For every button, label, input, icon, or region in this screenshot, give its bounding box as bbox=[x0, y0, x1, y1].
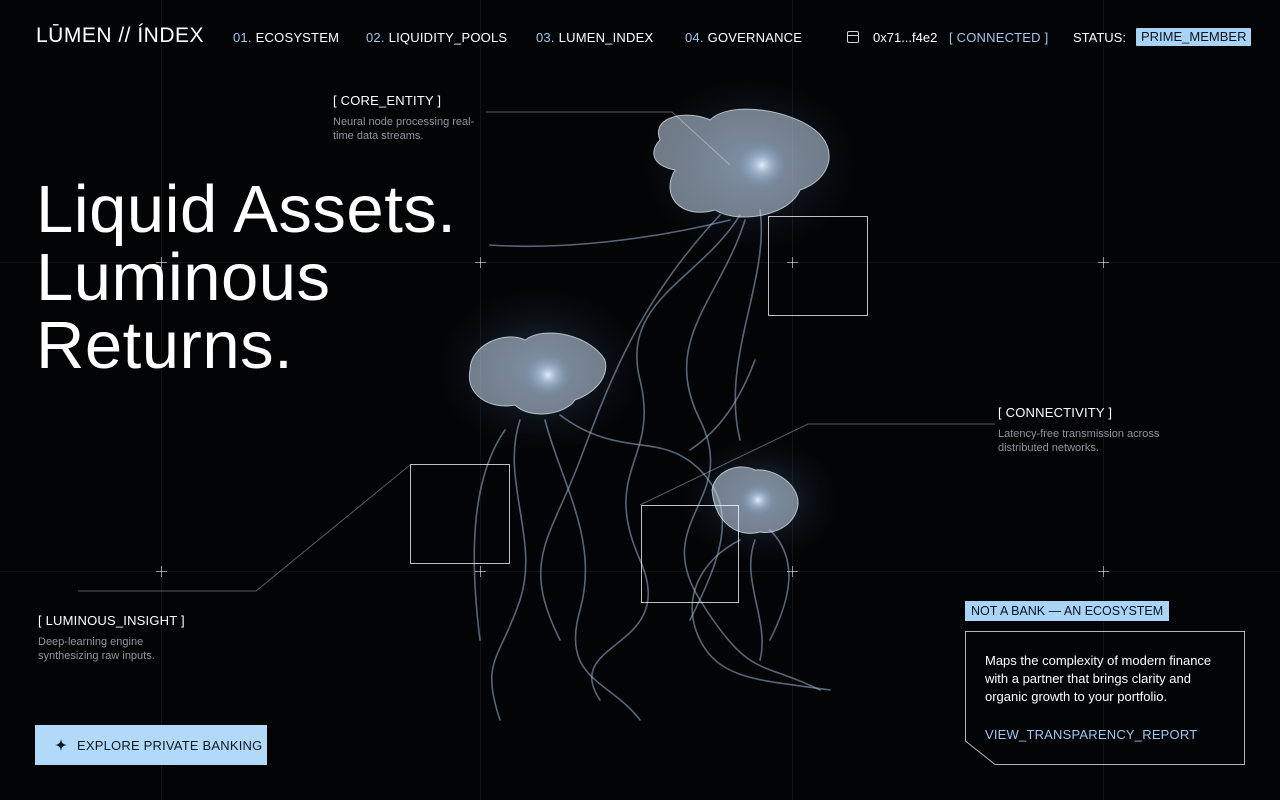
callout-core-desc: Neural node processing real- time data s… bbox=[333, 115, 474, 143]
explore-private-banking-button[interactable]: EXPLORE PRIVATE BANKING bbox=[35, 725, 267, 765]
nav-number: 03. bbox=[536, 30, 555, 45]
callout-desc-line: distributed networks. bbox=[998, 442, 1099, 454]
sparkle-icon bbox=[55, 739, 67, 751]
nav-label: LIQUIDITY_POOLS bbox=[388, 30, 508, 45]
callout-desc-line: time data streams. bbox=[333, 130, 424, 142]
focus-frame bbox=[768, 216, 868, 316]
callout-insight-title: [ LUMINOUS_INSIGHT ] bbox=[38, 613, 185, 628]
nav-item-governance[interactable]: 04. GOVERNANCE bbox=[685, 30, 802, 45]
cta-label: EXPLORE PRIVATE BANKING bbox=[77, 737, 263, 753]
nav-item-ecosystem[interactable]: 01. ECOSYSTEM bbox=[233, 30, 339, 45]
callout-desc-line: synthesizing raw inputs. bbox=[38, 650, 155, 662]
connection-status: [ CONNECTED ] bbox=[949, 30, 1049, 45]
hero-line: Returns. bbox=[36, 308, 294, 383]
hero-line: Liquid Assets. bbox=[36, 172, 457, 247]
callout-insight-desc: Deep-learning engine synthesizing raw in… bbox=[38, 635, 155, 663]
crosshair-icon bbox=[475, 257, 486, 268]
callout-desc-line: Deep-learning engine bbox=[38, 636, 144, 648]
crosshair-icon bbox=[1098, 257, 1109, 268]
hero-headline: Liquid Assets. Luminous Returns. bbox=[36, 176, 456, 380]
wallet-address[interactable]: 0x71...f4e2 bbox=[873, 30, 937, 45]
status-badge: PRIME_MEMBER bbox=[1136, 28, 1252, 46]
callout-connectivity-desc: Latency-free transmission across distrib… bbox=[998, 427, 1159, 455]
nav-label: ECOSYSTEM bbox=[255, 30, 340, 45]
nav-label: GOVERNANCE bbox=[707, 30, 803, 45]
nav-number: 01. bbox=[233, 30, 252, 45]
status-label: STATUS: bbox=[1073, 30, 1126, 45]
callout-connectivity-title: [ CONNECTIVITY ] bbox=[998, 405, 1113, 420]
crosshair-icon bbox=[156, 566, 167, 577]
ecosystem-tag: NOT A BANK — AN ECOSYSTEM bbox=[965, 601, 1170, 621]
callout-core-title: [ CORE_ENTITY ] bbox=[333, 93, 442, 108]
nav-item-liquidity-pools[interactable]: 02. LIQUIDITY_POOLS bbox=[366, 30, 507, 45]
callout-desc-line: Neural node processing real- bbox=[333, 116, 475, 128]
nav-label: LUMEN_INDEX bbox=[558, 30, 654, 45]
brand-logo[interactable]: LŪMEN // ÍNDEX bbox=[36, 24, 204, 48]
hero-line: Luminous bbox=[36, 240, 331, 315]
focus-frame bbox=[410, 464, 510, 564]
crosshair-icon bbox=[1098, 566, 1109, 577]
info-card: Maps the complexity of modern finance wi… bbox=[965, 631, 1245, 765]
crosshair-icon bbox=[787, 566, 798, 577]
nav-item-lumen-index[interactable]: 03. LUMEN_INDEX bbox=[536, 30, 653, 45]
wallet-icon[interactable] bbox=[847, 31, 859, 43]
nav-number: 04. bbox=[685, 30, 704, 45]
nav-number: 02. bbox=[366, 30, 385, 45]
focus-frame bbox=[641, 505, 739, 603]
transparency-report-link[interactable]: VIEW_TRANSPARENCY_REPORT bbox=[985, 727, 1197, 742]
callout-desc-line: Latency-free transmission across bbox=[998, 428, 1160, 440]
card-body: Maps the complexity of modern finance wi… bbox=[985, 653, 1212, 704]
crosshair-icon bbox=[475, 566, 486, 577]
